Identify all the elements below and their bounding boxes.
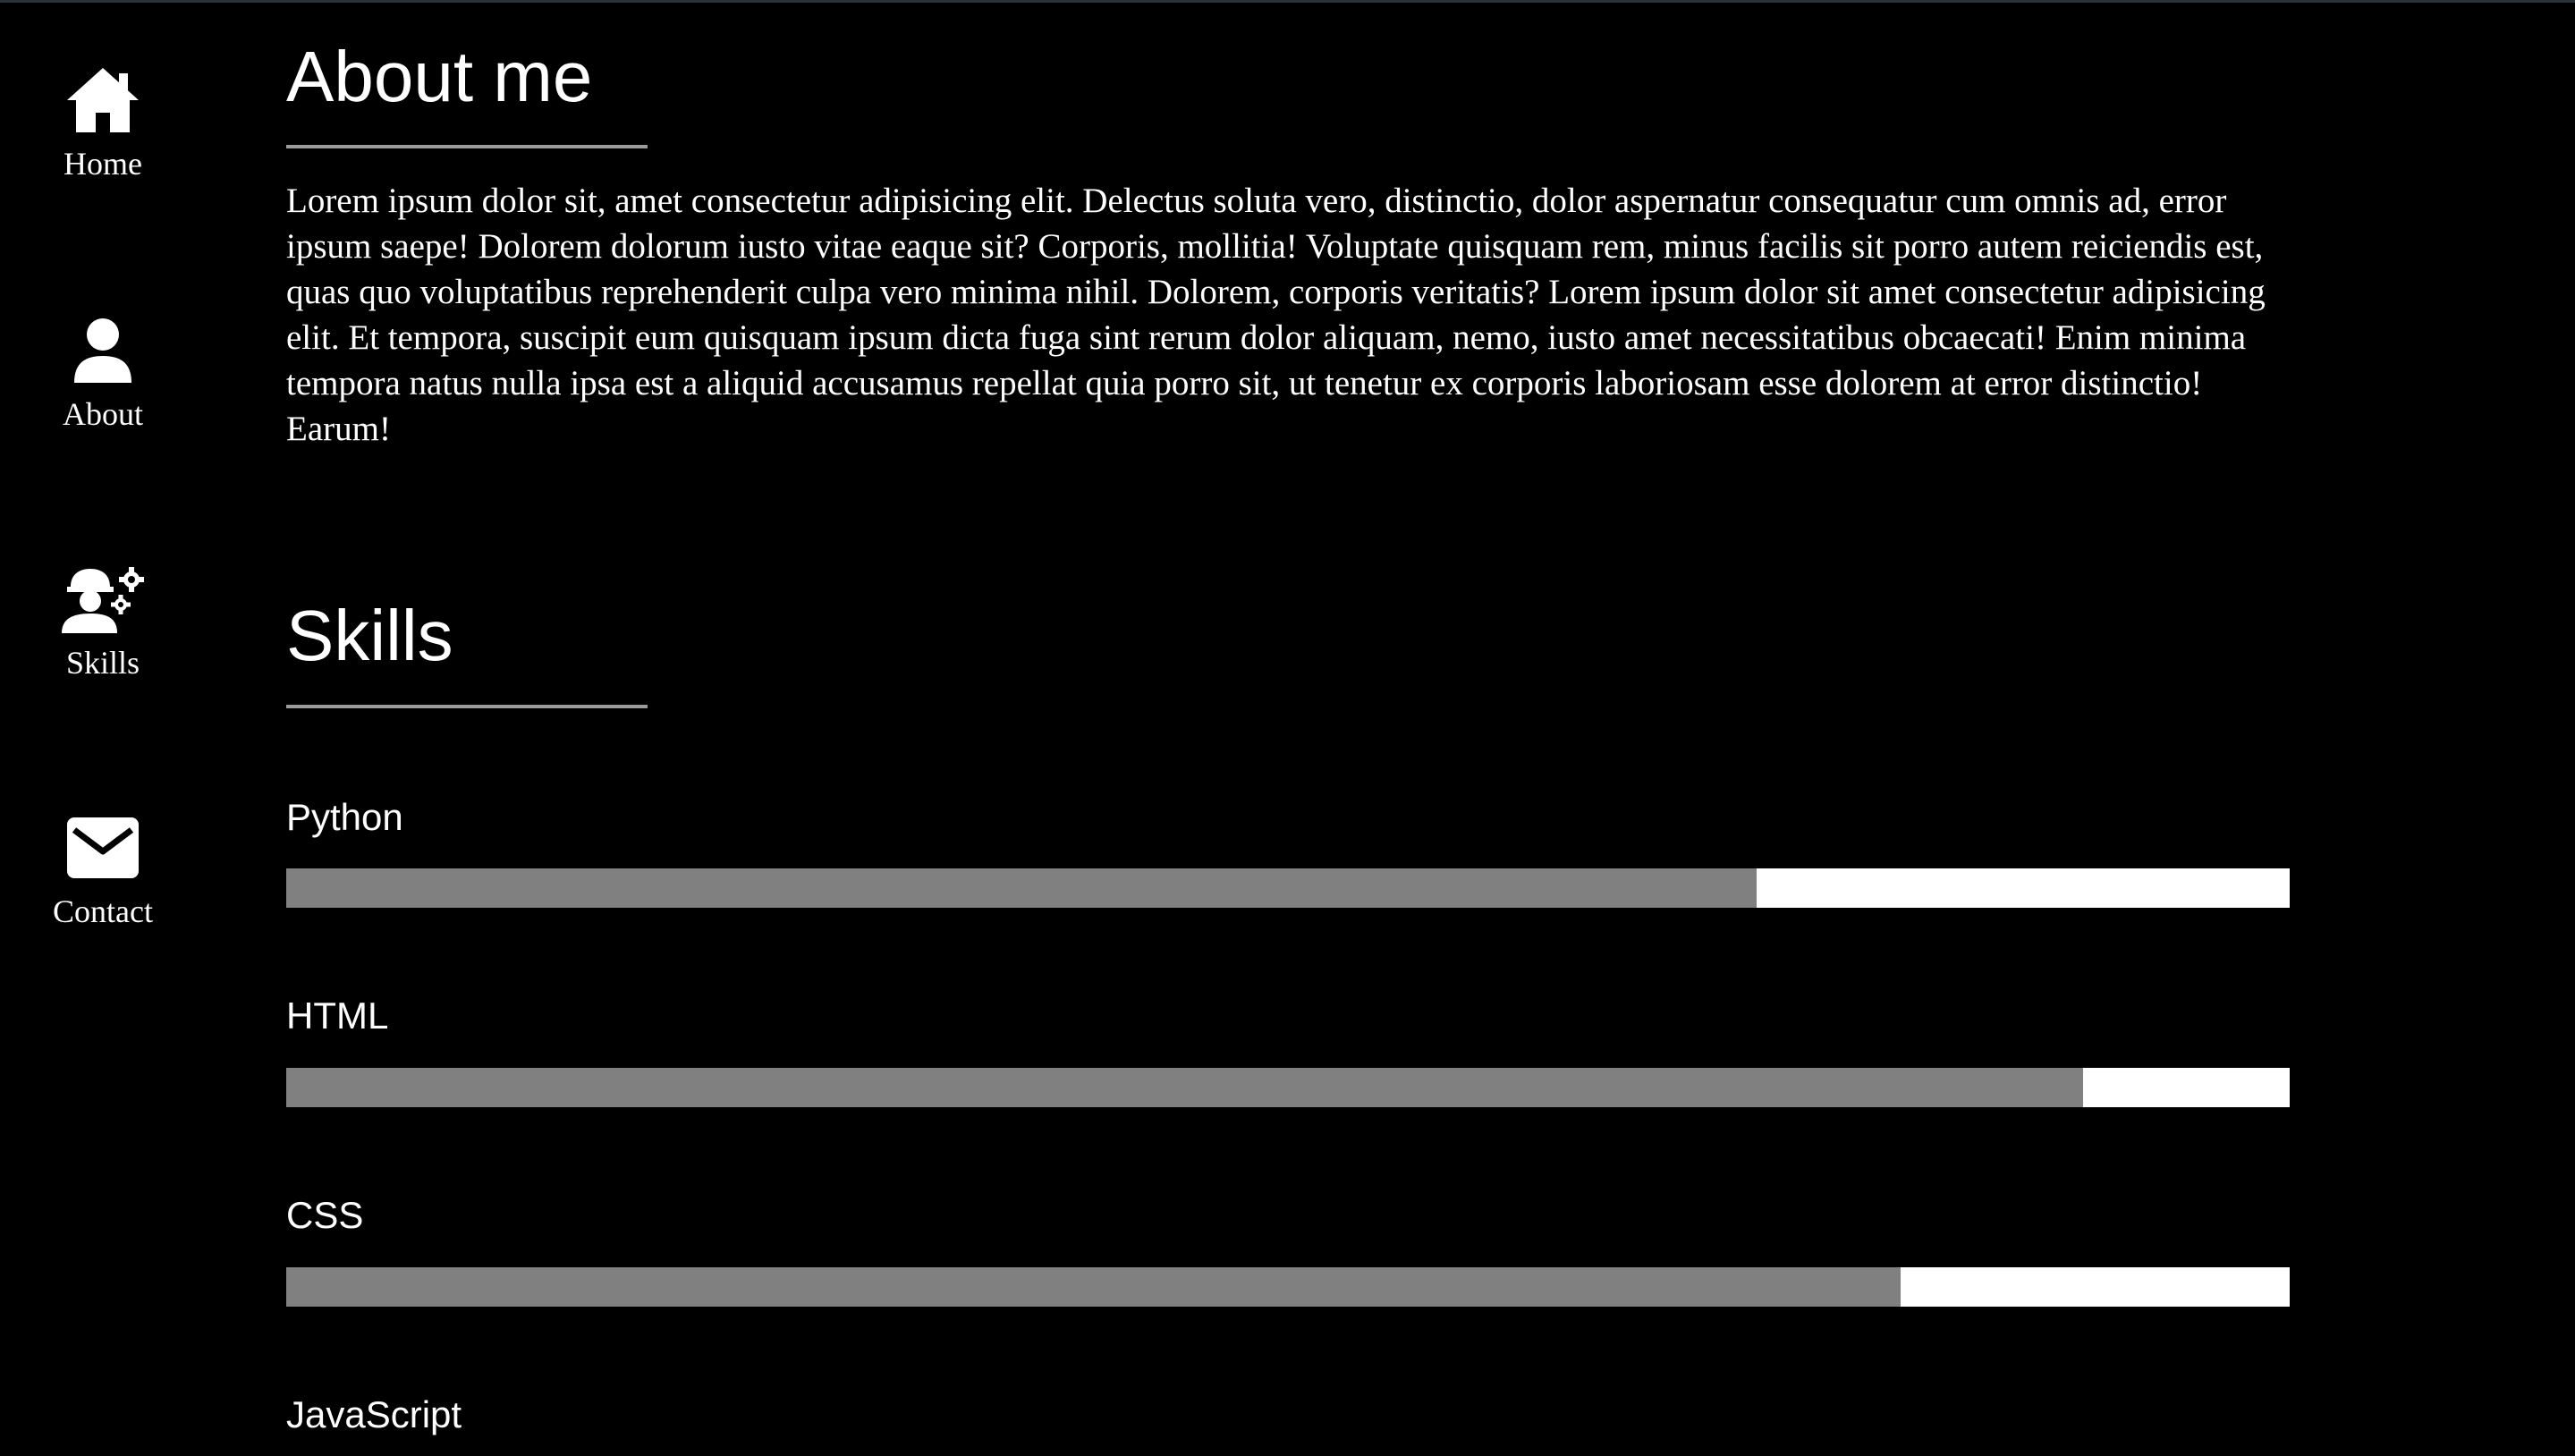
sidebar-item-home[interactable]: Home: [0, 63, 206, 182]
top-border: [0, 0, 2575, 3]
skill-bar-python: [286, 868, 2290, 908]
skill-css: CSS: [286, 1197, 363, 1234]
skills-title: Skills: [286, 596, 453, 675]
skill-python: Python: [286, 799, 403, 836]
skills-underline: [286, 705, 648, 708]
skill-html: HTML: [286, 997, 388, 1035]
skill-javascript: JavaScript: [286, 1396, 462, 1434]
envelope-icon: [65, 810, 140, 885]
skill-name: CSS: [286, 1194, 364, 1236]
sidebar-item-skills[interactable]: Skills: [0, 562, 206, 681]
sidebar-item-contact[interactable]: Contact: [0, 810, 206, 930]
sidebar-nav: Home About Skills Contact: [0, 0, 206, 1456]
sidebar-item-label: Contact: [53, 893, 153, 929]
about-title: About me: [286, 37, 593, 116]
sidebar-item-about[interactable]: About: [0, 313, 206, 433]
skill-bar-html: [286, 1068, 2290, 1107]
skill-name: JavaScript: [286, 1393, 462, 1435]
home-icon: [65, 63, 140, 138]
skill-bar-css: [286, 1267, 2290, 1307]
skill-name: Python: [286, 796, 403, 838]
sidebar-item-label: About: [63, 396, 143, 432]
about-underline: [286, 145, 648, 148]
sidebar-item-label: Home: [64, 146, 142, 182]
about-text: Lorem ipsum dolor sit, amet consectetur …: [286, 182, 2266, 448]
skill-bar-fill: [286, 868, 1758, 908]
user-icon: [71, 313, 135, 388]
skill-bar-fill: [286, 1267, 1902, 1307]
skill-name: HTML: [286, 995, 389, 1037]
skill-bar-fill: [286, 1068, 2084, 1107]
sidebar-item-label: Skills: [65, 645, 140, 681]
worker-gears-icon: [58, 562, 148, 637]
